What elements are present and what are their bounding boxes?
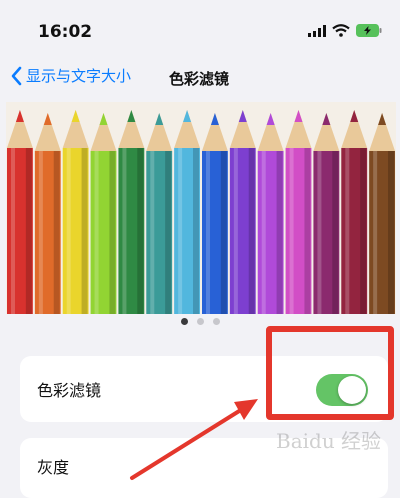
watermark: Baidu 经验 (276, 429, 382, 453)
annotation-arrow (130, 399, 258, 480)
